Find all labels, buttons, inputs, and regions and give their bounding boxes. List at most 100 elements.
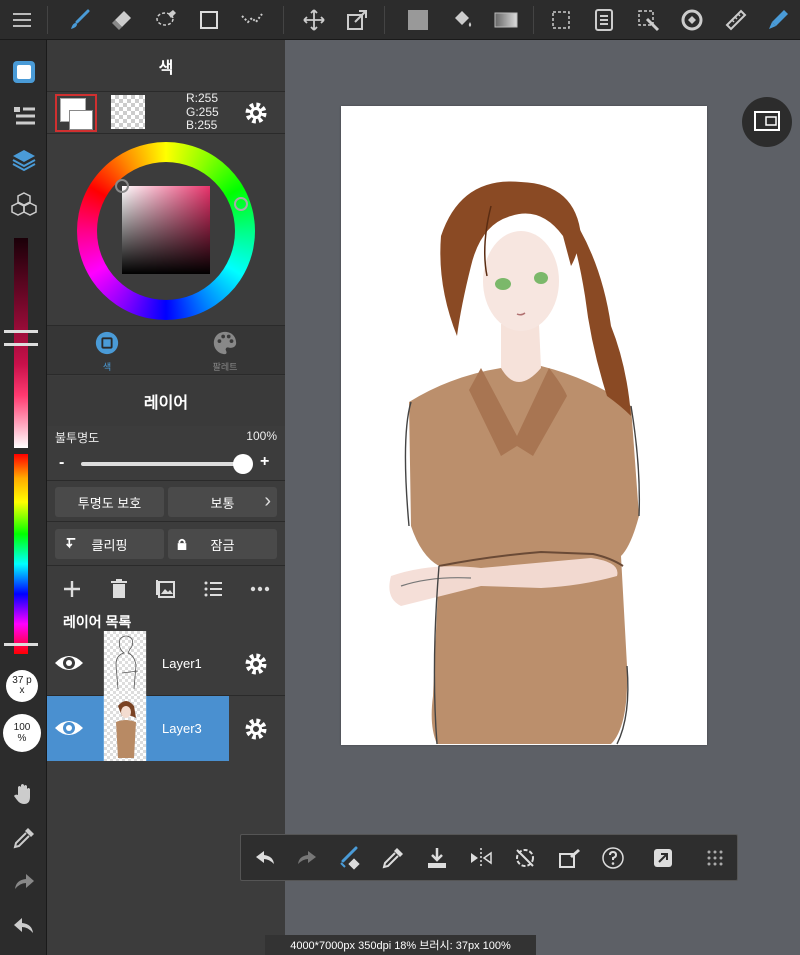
layer-visibility-eye-icon[interactable] xyxy=(53,714,85,742)
flip-horizontal-icon[interactable] xyxy=(467,844,495,872)
tab-palette-label: 팔레트 xyxy=(212,362,238,372)
lock-label: 잠금 xyxy=(210,537,235,553)
sv-picker-handle[interactable] xyxy=(115,179,129,193)
layer-actions-row xyxy=(47,572,285,608)
eraser-tool-icon[interactable] xyxy=(106,4,138,36)
lasso-eraser-icon[interactable] xyxy=(150,4,182,36)
chevron-right-icon: › xyxy=(264,490,271,512)
brush-eraser-toggle-icon[interactable] xyxy=(335,844,363,872)
opacity-value: 100% xyxy=(246,429,277,443)
window-icon xyxy=(754,111,780,131)
ruler-icon[interactable] xyxy=(720,4,752,36)
canvas-area[interactable] xyxy=(285,40,800,955)
lock-icon xyxy=(177,538,187,550)
opacity-label: 불투명도 xyxy=(55,431,100,445)
tab-palette[interactable]: 팔레트 xyxy=(195,330,255,374)
layer-list-title: 레이어 목록 xyxy=(63,614,132,630)
layer-row[interactable]: Layer1 xyxy=(47,631,285,696)
transparent-color-swatch[interactable] xyxy=(111,95,145,129)
redo-icon[interactable] xyxy=(8,866,40,898)
rgb-readout: R:255 G:255 B:255 xyxy=(186,91,219,133)
gradient-tool-icon[interactable] xyxy=(490,4,522,36)
side-panel: 색 R:255 G:255 B:255 색 팔레트 레이어 불투명도 100% … xyxy=(47,40,285,955)
reset-rotation-icon[interactable] xyxy=(511,844,539,872)
drawing-canvas[interactable] xyxy=(341,106,707,745)
brush-size-indicator[interactable]: 37 px xyxy=(6,670,38,702)
brush-size-handle[interactable] xyxy=(4,330,38,346)
top-toolbar xyxy=(0,0,800,40)
layer-panel-title: 레이어 xyxy=(47,376,285,426)
layer-thumbnail xyxy=(103,696,147,761)
opacity-plus[interactable]: + xyxy=(260,453,269,471)
lock-button[interactable]: 잠금 xyxy=(168,529,277,559)
tab-color-label: 색 xyxy=(102,362,112,372)
palette-icon xyxy=(213,331,237,355)
color-panel-toggle-icon[interactable] xyxy=(8,56,40,88)
add-layer-icon[interactable] xyxy=(61,578,83,600)
clipping-arrow-icon xyxy=(66,538,76,549)
copy-layer-icon[interactable] xyxy=(588,4,620,36)
save-download-icon[interactable] xyxy=(423,844,451,872)
brush-opacity-indicator[interactable]: 100 % xyxy=(3,714,41,752)
opacity-slider-track[interactable] xyxy=(81,462,243,466)
rgb-b: B:255 xyxy=(186,118,218,132)
layer-visibility-eye-icon[interactable] xyxy=(53,649,85,677)
undo-icon[interactable] xyxy=(8,910,40,942)
main-color-swatch[interactable] xyxy=(55,94,97,132)
clipping-button[interactable]: 클리핑 xyxy=(55,529,164,559)
hand-tool-icon[interactable] xyxy=(8,778,40,810)
layer-thumbnail xyxy=(103,631,147,696)
brush-list-icon[interactable] xyxy=(8,100,40,132)
drag-handle-icon[interactable] xyxy=(701,844,729,872)
layer-row-selected[interactable]: Layer3 xyxy=(47,696,229,761)
redo-icon[interactable] xyxy=(293,844,321,872)
undo-icon[interactable] xyxy=(251,844,279,872)
layer-list-icon[interactable] xyxy=(202,578,224,600)
saturation-value-square[interactable] xyxy=(122,186,210,274)
clipping-label: 클리핑 xyxy=(91,537,128,553)
select-tool-icon[interactable] xyxy=(545,4,577,36)
more-options-icon[interactable] xyxy=(249,578,271,600)
layer-image-icon[interactable] xyxy=(155,578,177,600)
layers-icon[interactable] xyxy=(8,144,40,176)
hue-handle[interactable] xyxy=(4,643,38,646)
eyedropper-icon[interactable] xyxy=(379,844,407,872)
color-tab-icon xyxy=(95,331,119,355)
blend-mode-label: 보통 xyxy=(210,495,235,511)
delete-layer-icon[interactable] xyxy=(108,578,130,600)
shortcut-icon[interactable] xyxy=(649,844,677,872)
artwork-illustration xyxy=(389,181,641,745)
rotate-canvas-icon[interactable] xyxy=(676,4,708,36)
move-tool-icon[interactable] xyxy=(298,4,330,36)
brush-size-text: 37 px xyxy=(12,675,32,696)
canvas-view-toggle-button[interactable] xyxy=(742,97,792,147)
eyedropper-tool-icon[interactable] xyxy=(8,822,40,854)
layer-name: Layer1 xyxy=(162,656,202,671)
materials-icon[interactable] xyxy=(8,188,40,220)
transform-tool-icon[interactable] xyxy=(341,4,373,36)
alpha-lock-button[interactable]: 투명도 보호 xyxy=(55,487,164,517)
hue-ring-handle[interactable] xyxy=(234,197,248,211)
hue-slider[interactable] xyxy=(14,454,28,654)
rgb-r: R:255 xyxy=(186,91,219,105)
tab-color[interactable]: 색 xyxy=(77,330,137,374)
edit-canvas-icon[interactable] xyxy=(555,844,583,872)
help-icon[interactable] xyxy=(599,844,627,872)
select-layer-icon[interactable] xyxy=(632,4,664,36)
brush-tool-icon[interactable] xyxy=(64,4,96,36)
layer-options-row-2: 클리핑 잠금 xyxy=(47,523,285,566)
shape-tool-icon[interactable] xyxy=(193,4,225,36)
stroke-correction-icon[interactable] xyxy=(236,4,268,36)
rgb-g: G:255 xyxy=(186,104,219,119)
opacity-minus[interactable]: - xyxy=(59,454,64,472)
layer-settings-gear-icon[interactable] xyxy=(243,716,269,742)
color-settings-gear-icon[interactable] xyxy=(243,100,269,126)
layer-settings-gear-icon[interactable] xyxy=(243,651,269,677)
opacity-slider-handle[interactable] xyxy=(233,454,253,474)
menu-icon[interactable] xyxy=(6,4,38,36)
left-tool-strip: 37 px 100 % xyxy=(0,40,47,955)
fill-color-icon[interactable] xyxy=(402,4,434,36)
bucket-tool-icon[interactable] xyxy=(446,4,478,36)
pen-brush-icon[interactable] xyxy=(762,4,794,36)
blend-mode-button[interactable]: 보통 › xyxy=(168,487,277,517)
